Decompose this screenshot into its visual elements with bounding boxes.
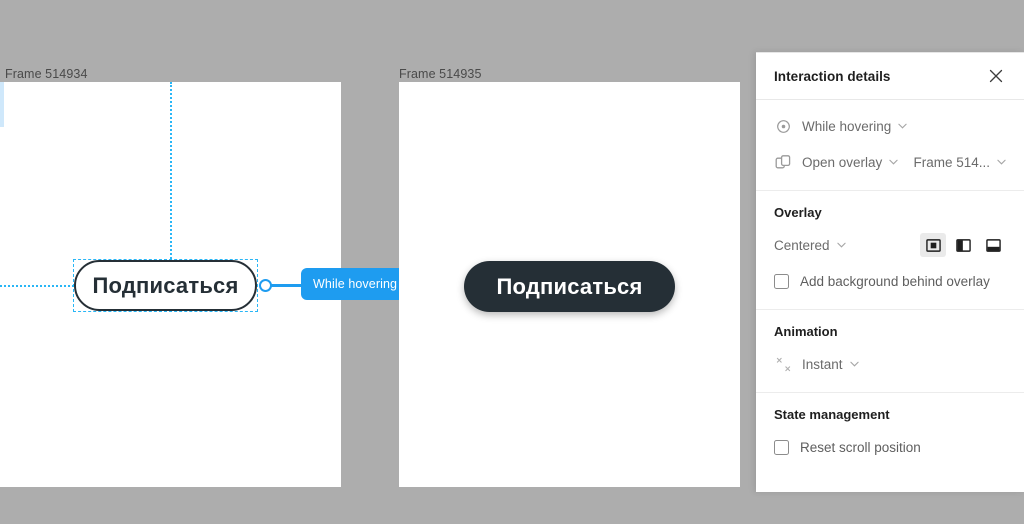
- subscribe-button-hover[interactable]: Подписаться: [464, 261, 675, 312]
- panel-header: Interaction details: [756, 53, 1024, 100]
- overlay-position-left-button[interactable]: [950, 233, 976, 257]
- open-overlay-icon: [774, 153, 792, 171]
- overlay-section-title: Overlay: [774, 205, 822, 220]
- reset-scroll-row: Reset scroll position: [774, 435, 1006, 459]
- overlay-section: Overlay Centered Add background behind o…: [756, 191, 1024, 310]
- overlay-centered-icon: [925, 238, 941, 252]
- action-target-value: Frame 514...: [913, 154, 990, 170]
- animation-section-title: Animation: [774, 324, 838, 339]
- frame-selection-strip: [0, 82, 4, 127]
- close-icon: [989, 69, 1003, 83]
- overlay-background-row: Add background behind overlay: [774, 269, 1006, 293]
- subscribe-button-default-label: Подписаться: [92, 272, 239, 298]
- instant-animation-icon: [774, 355, 792, 373]
- connection-trigger-pill[interactable]: While hovering: [301, 268, 410, 300]
- chevron-down-icon: [849, 361, 859, 367]
- add-background-checkbox-row[interactable]: Add background behind overlay: [774, 273, 990, 289]
- frame-label-1[interactable]: Frame 514934: [5, 67, 88, 81]
- reset-scroll-checkbox[interactable]: [774, 439, 789, 455]
- trigger-value: While hovering: [802, 118, 892, 134]
- overlay-position-centered-button[interactable]: [920, 233, 946, 257]
- chevron-down-icon: [836, 242, 846, 248]
- animation-dropdown[interactable]: Instant: [802, 357, 859, 372]
- overlay-position-row: Centered: [774, 233, 1006, 257]
- subscribe-button-hover-label: Подписаться: [496, 273, 643, 299]
- animation-row[interactable]: Instant: [774, 352, 1006, 376]
- action-value: Open overlay: [802, 154, 883, 170]
- reset-scroll-checkbox-row[interactable]: Reset scroll position: [774, 439, 921, 455]
- add-background-label: Add background behind overlay: [800, 273, 990, 289]
- hover-trigger-icon: [774, 117, 792, 135]
- connection-line-left: [270, 284, 302, 287]
- alignment-guide-vertical: [170, 82, 172, 278]
- state-management-section-title: State management: [774, 407, 890, 422]
- animation-section: Animation Instant: [756, 310, 1024, 393]
- chevron-down-icon: [889, 159, 898, 165]
- chevron-down-icon: [898, 123, 907, 129]
- connection-trigger-label: While hovering: [313, 277, 398, 291]
- trigger-action-section: While hovering Open overlay Frame 514...: [756, 100, 1024, 191]
- trigger-dropdown[interactable]: While hovering: [802, 119, 907, 134]
- alignment-guide-horizontal: [0, 285, 78, 287]
- overlay-position-options: [920, 233, 1006, 257]
- overlay-position-bottom-button[interactable]: [980, 233, 1006, 257]
- action-dropdown[interactable]: Open overlay: [802, 155, 898, 170]
- reset-scroll-label: Reset scroll position: [800, 439, 921, 455]
- close-button[interactable]: [984, 64, 1008, 88]
- add-background-checkbox[interactable]: [774, 273, 789, 289]
- action-target-dropdown[interactable]: Frame 514...: [913, 155, 1006, 170]
- subscribe-button-default[interactable]: Подписаться: [74, 260, 257, 311]
- overlay-position-dropdown[interactable]: Centered: [774, 238, 846, 253]
- action-row[interactable]: Open overlay Frame 514...: [774, 150, 1006, 174]
- overlay-left-icon: [955, 238, 971, 252]
- overlay-bottom-icon: [985, 238, 1001, 252]
- state-management-section: State management Reset scroll position: [756, 393, 1024, 475]
- panel-title: Interaction details: [774, 68, 891, 84]
- frame-label-2[interactable]: Frame 514935: [399, 67, 482, 81]
- chevron-down-icon: [997, 159, 1006, 165]
- overlay-position-value: Centered: [774, 237, 830, 253]
- animation-value: Instant: [802, 356, 843, 372]
- interaction-details-panel[interactable]: Interaction details While hovering Open …: [756, 52, 1024, 492]
- trigger-row[interactable]: While hovering: [774, 114, 1006, 138]
